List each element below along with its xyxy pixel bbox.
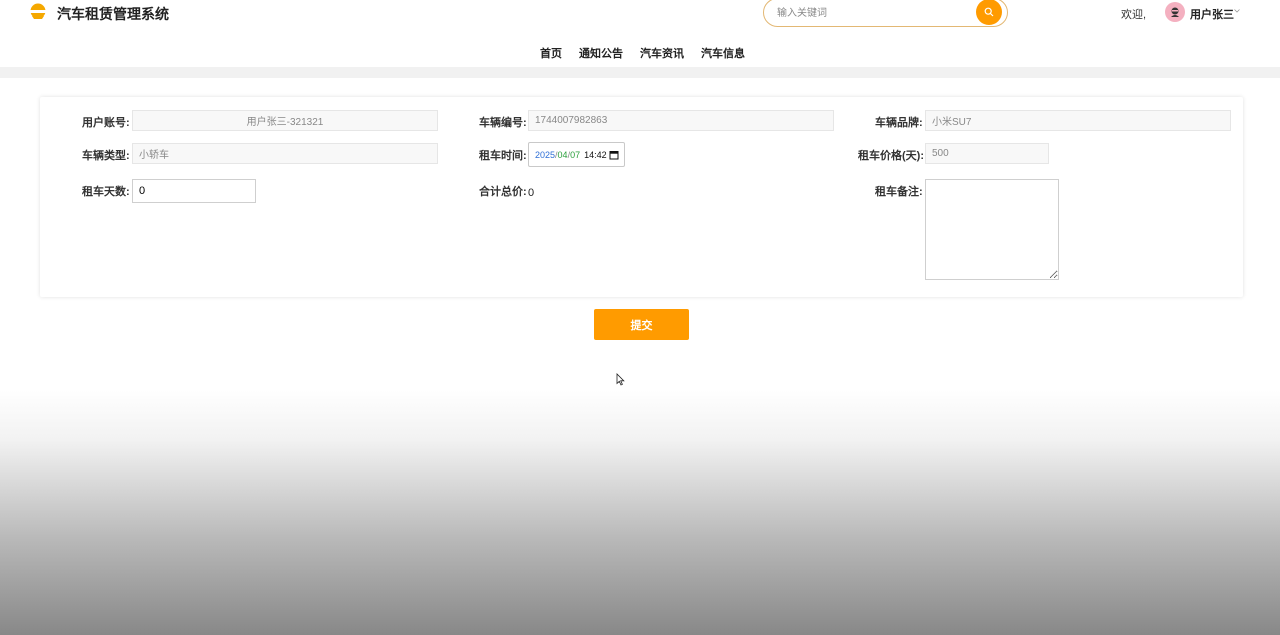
- header-divider: [0, 67, 1280, 78]
- days-field[interactable]: [132, 179, 256, 203]
- total-value: 0: [528, 187, 535, 199]
- mouse-cursor-icon: [616, 373, 625, 386]
- rent-time-input[interactable]: 2025/04/07 14:42: [528, 142, 625, 167]
- main-nav: 首页 通知公告 汽车资讯 汽车信息: [540, 45, 762, 61]
- search-box: [763, 0, 1008, 27]
- nav-item-home[interactable]: 首页: [540, 45, 562, 61]
- calendar-icon[interactable]: [609, 150, 619, 160]
- car-type-field[interactable]: [132, 143, 438, 164]
- nav-item-car-info[interactable]: 汽车信息: [701, 45, 745, 61]
- avatar[interactable]: [1165, 2, 1185, 22]
- remark-label: 租车备注:: [875, 186, 923, 198]
- search-input[interactable]: [777, 4, 967, 22]
- search-icon: [984, 7, 994, 17]
- username[interactable]: 用户张三: [1190, 6, 1234, 22]
- welcome-text: 欢迎,: [1121, 9, 1147, 21]
- remark-textarea[interactable]: [925, 179, 1059, 280]
- account-field[interactable]: [132, 110, 438, 131]
- submit-button[interactable]: 提交: [594, 309, 689, 340]
- total-label: 合计总价:: [479, 186, 527, 198]
- rent-time-clock: 14:42: [584, 149, 607, 160]
- car-number-field[interactable]: [528, 110, 834, 131]
- car-number-label: 车辆编号:: [479, 117, 527, 129]
- app-title: 汽车租赁管理系统: [57, 6, 169, 22]
- nav-item-car-news[interactable]: 汽车资讯: [640, 45, 684, 61]
- brand-label: 车辆品牌:: [875, 117, 923, 129]
- price-label: 租车价格(天):: [858, 150, 924, 162]
- user-avatar-icon: [1171, 7, 1179, 17]
- logo-icon: [30, 3, 46, 19]
- rent-time-month: 04: [557, 149, 568, 160]
- header: 汽车租赁管理系统 欢迎, 用户张三 首页 通知公告 汽车资讯 汽车信息: [0, 0, 1280, 68]
- price-field[interactable]: [925, 143, 1049, 164]
- nav-item-notices[interactable]: 通知公告: [579, 45, 623, 61]
- rent-time-day: 07: [570, 149, 581, 160]
- brand-field[interactable]: [925, 110, 1231, 131]
- rent-time-year: 2025: [535, 149, 556, 160]
- car-type-label: 车辆类型:: [82, 150, 130, 162]
- search-button[interactable]: [976, 0, 1002, 25]
- chevron-down-icon[interactable]: [1234, 9, 1240, 13]
- account-label: 用户账号:: [82, 117, 130, 129]
- rent-time-label: 租车时间:: [479, 150, 527, 162]
- days-label: 租车天数:: [82, 186, 130, 198]
